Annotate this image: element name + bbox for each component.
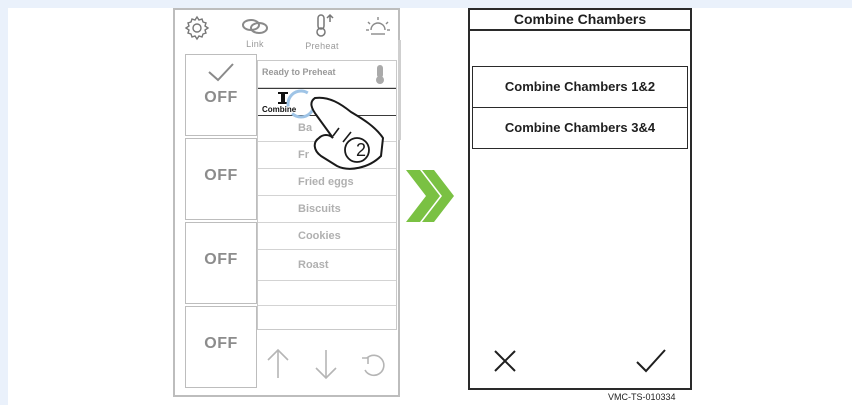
combine-chambers-1-2-button[interactable]: Combine Chambers 1&2	[472, 66, 688, 108]
cancel-button[interactable]	[490, 346, 520, 376]
chamber-1-toggle[interactable]: OFF	[185, 54, 257, 136]
brightness-button[interactable]	[363, 14, 393, 44]
controller-screen-after: Combine Chambers Combine Chambers 1&2 Co…	[468, 8, 692, 390]
link-label: Link	[246, 39, 264, 49]
close-icon	[494, 350, 516, 372]
list-item[interactable]: Roast	[258, 250, 396, 281]
chamber-3-status: OFF	[204, 251, 238, 268]
list-item-label: Biscuits	[298, 203, 341, 215]
back-button[interactable]	[359, 350, 389, 387]
reference-code: VMC-TS-010334	[608, 392, 676, 402]
preheat-label: Preheat	[305, 41, 339, 51]
link-icon	[242, 19, 268, 34]
list-item-empty	[258, 281, 396, 306]
gesture-step-number: 2	[355, 140, 366, 160]
confirm-button[interactable]	[634, 346, 668, 376]
list-item[interactable]: Biscuits	[258, 196, 396, 223]
list-item-label: Roast	[298, 259, 329, 271]
controller-screen-before: Link Preheat OFF OFF OFF OFF Ready to Pr…	[173, 8, 401, 397]
chamber-4-toggle[interactable]: OFF	[185, 306, 257, 388]
undo-icon	[362, 354, 385, 377]
arrow-down-icon	[315, 350, 337, 380]
check-icon	[636, 349, 666, 373]
chamber-4-status: OFF	[204, 335, 238, 352]
chamber-1-status: OFF	[204, 89, 238, 106]
scroll-down-button[interactable]	[313, 346, 339, 389]
chamber-3-toggle[interactable]: OFF	[185, 222, 257, 304]
tap-gesture-hand-icon	[286, 89, 385, 170]
checkmark-icon	[208, 63, 234, 82]
list-item-label: Cookies	[298, 230, 341, 242]
chamber-2-status: OFF	[204, 167, 238, 184]
illustration-canvas: Link Preheat OFF OFF OFF OFF Ready to Pr…	[8, 8, 852, 405]
settings-button[interactable]	[183, 14, 211, 44]
thermometer-icon	[316, 13, 334, 37]
double-chevron-right-icon	[406, 170, 454, 222]
preheat-button[interactable]: Preheat	[297, 12, 347, 51]
chamber-2-toggle[interactable]: OFF	[185, 138, 257, 220]
link-button[interactable]: Link	[239, 16, 271, 50]
gear-icon	[184, 15, 210, 41]
sun-icon	[366, 17, 390, 35]
scroll-up-button[interactable]	[265, 346, 291, 389]
list-item-label: Fried eggs	[298, 176, 354, 188]
dialog-title: Combine Chambers	[470, 10, 690, 31]
combine-chambers-3-4-button[interactable]: Combine Chambers 3&4	[472, 107, 688, 149]
arrow-up-icon	[267, 348, 289, 378]
list-item[interactable]: Cookies	[258, 223, 396, 250]
